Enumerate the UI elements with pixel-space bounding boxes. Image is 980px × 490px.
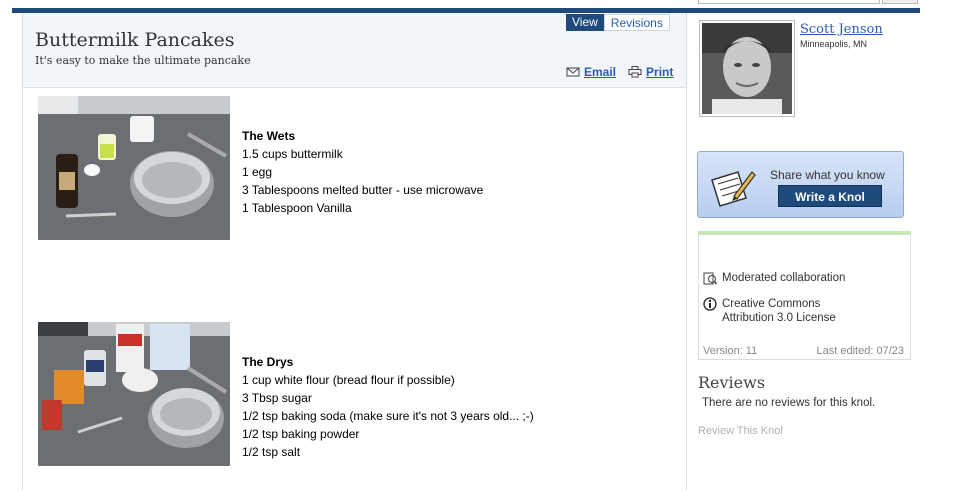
ingredient-line: 1/2 tsp baking soda (make sure it's not …	[242, 409, 534, 423]
email-label: Email	[584, 65, 617, 79]
knol-header: Buttermilk Pancakes It's easy to make th…	[23, 13, 686, 88]
author-location: Minneapolis, MN	[800, 39, 868, 49]
review-this-knol-link[interactable]: Review This Knol	[698, 425, 783, 437]
tab-view[interactable]: View	[566, 14, 604, 31]
top-search-button[interactable]	[882, 0, 918, 4]
creative-commons-icon	[703, 297, 717, 311]
top-search-input[interactable]	[698, 0, 880, 4]
ingredient-line: 1 Tablespoon Vanilla	[242, 201, 352, 215]
reviews-heading: Reviews	[698, 373, 766, 392]
author-name-link[interactable]: Scott Jenson	[800, 22, 883, 37]
write-a-knol-button[interactable]: Write a Knol	[778, 185, 882, 207]
collaboration-label: Moderated collaboration	[722, 272, 846, 284]
ingredient-line: 3 Tbsp sugar	[242, 391, 312, 405]
license-line-2: Attribution 3.0 License	[722, 312, 836, 324]
ingredient-line: 1.5 cups buttermilk	[242, 147, 343, 161]
ingredient-line: 1 cup white flour (bread flour if possib…	[242, 373, 455, 387]
ingredient-line: 1/2 tsp baking powder	[242, 427, 360, 441]
page-title: Buttermilk Pancakes	[35, 29, 235, 51]
knol-info-box: Moderated collaboration Creative Commons…	[698, 231, 911, 360]
section-heading: The Wets	[242, 129, 296, 143]
ingredient-line: 3 Tablespoons melted butter - use microw…	[242, 183, 484, 197]
envelope-icon	[566, 67, 580, 77]
author-avatar[interactable]	[699, 20, 795, 117]
collaboration-row: Moderated collaboration	[703, 271, 845, 285]
printer-icon	[628, 66, 642, 78]
share-prompt: Share what you know	[770, 168, 885, 182]
knol-content: Buttermilk Pancakes It's easy to make th…	[22, 13, 687, 490]
recipe-section-drys: The Drys 1 cup white flour (bread flour …	[242, 353, 534, 461]
dry-ingredients-photo	[38, 322, 230, 466]
moderated-collaboration-icon	[703, 272, 717, 285]
section-heading: The Drys	[242, 355, 294, 369]
page-subtitle: It's easy to make the ultimate pancake	[35, 54, 251, 67]
tab-revisions[interactable]: Revisions	[603, 14, 670, 31]
last-edited-label: Last edited: 07/23	[816, 345, 904, 357]
print-label: Print	[646, 65, 674, 79]
share-knowledge-box: Share what you know Write a Knol	[697, 151, 904, 218]
version-label: Version: 11	[703, 345, 758, 357]
view-tabs: View Revisions	[566, 14, 670, 31]
recipe-section-wets: The Wets 1.5 cups buttermilk 1 egg 3 Tab…	[242, 127, 483, 217]
ingredient-line: 1/2 tsp salt	[242, 445, 301, 459]
ingredient-line: 1 egg	[242, 165, 273, 179]
reviews-empty-text: There are no reviews for this knol.	[702, 397, 876, 409]
email-link[interactable]: Email	[566, 65, 616, 79]
pencil-paper-icon	[711, 171, 756, 207]
license-line-1: Creative Commons	[722, 298, 821, 310]
knol-actions: Email Print	[566, 65, 673, 79]
wet-ingredients-photo	[38, 96, 230, 240]
print-link[interactable]: Print	[628, 65, 673, 79]
license-row: Creative Commons Attribution 3.0 License	[703, 297, 836, 325]
